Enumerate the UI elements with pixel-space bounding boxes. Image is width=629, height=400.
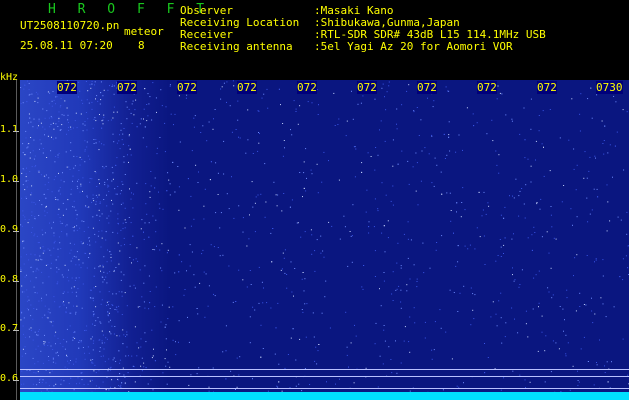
noise-field (20, 80, 629, 393)
freq-tick-label: 0.9 (0, 224, 19, 235)
time-tick-label: 072 (357, 81, 377, 94)
freq-tick-label: 0.8 (0, 274, 19, 285)
freq-tick-label: 0.6 (0, 373, 19, 384)
freq-tick (13, 380, 19, 381)
freq-tick (13, 181, 19, 182)
meteor-label: meteor (124, 25, 164, 38)
freq-tick (13, 330, 19, 331)
freq-tick-label: 0.7 (0, 323, 19, 334)
time-tick-label: 072 (537, 81, 557, 94)
time-tick-label: 0730 (596, 81, 623, 94)
marker-line-1 (20, 369, 629, 370)
signal-level-bar (20, 392, 629, 400)
marker-line-3 (20, 388, 629, 389)
speed-indicator: 8 (138, 39, 145, 52)
time-tick-label: 072 (177, 81, 197, 94)
time-tick-label: 072 (57, 81, 77, 94)
info-row-antenna: Receiving antenna:5el Yagi Az 20 for Aom… (180, 40, 513, 53)
freq-tick (13, 231, 19, 232)
time-tick-label: 072 (417, 81, 437, 94)
freq-tick (13, 281, 19, 282)
freq-unit-label: kHz (0, 72, 19, 83)
time-tick-label: 072 (477, 81, 497, 94)
station-info: Observer:Masaki Kano Receiving Location:… (180, 5, 546, 53)
time-tick-label: 072 (117, 81, 137, 94)
freq-tick-label: 1.0 (0, 174, 19, 185)
marker-line-2 (20, 376, 629, 377)
freq-tick-label: 1.1 (0, 124, 19, 135)
datetime: 25.08.11 07:20 (20, 39, 113, 52)
freq-tick (13, 131, 19, 132)
time-tick-label: 072 (297, 81, 317, 94)
file-name: UT2508110720.pn (20, 19, 120, 32)
time-tick-label: 072 (237, 81, 257, 94)
header-panel: H R O F F T UT2508110720.pn meteor 25.08… (0, 0, 629, 80)
waterfall-spectrogram (20, 80, 629, 400)
